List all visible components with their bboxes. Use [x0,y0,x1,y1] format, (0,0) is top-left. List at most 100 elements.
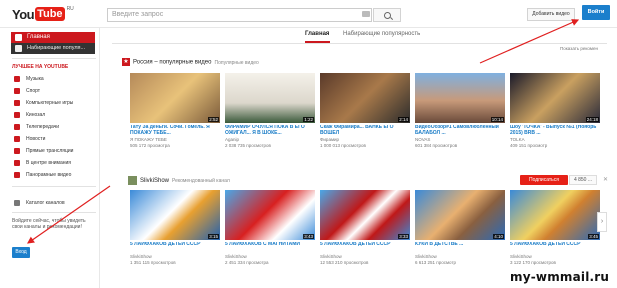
video-thumbnail[interactable]: 2:52 [130,73,220,123]
section-subtitle: Популярные видео [214,59,259,66]
video-title[interactable]: ВидеоОбзор#1 Самовлюблённый БАЛАБОЛ ... [415,125,505,136]
video-duration: 24:18 [585,117,599,122]
video-channel[interactable]: Aganip [225,137,315,142]
fire-icon [15,45,22,52]
video-thumbnail[interactable]: 3:15 [130,190,220,240]
sidebar-item-sport[interactable]: Спорт [14,86,98,96]
subscribe-button[interactable]: Подписаться [520,175,568,185]
video-channel[interactable]: TOLKA [510,137,600,142]
video-views: 601 384 просмотров [415,143,458,148]
show-recommendations-link[interactable]: Показать рекомен [560,46,598,51]
sidebar-item-label: Главная [27,34,50,40]
video-title[interactable]: Тату За деньги. Сочи. Гомель. Я ПОКАЖУ Т… [130,125,220,136]
video-thumbnail[interactable]: 1:22 [225,73,315,123]
video-thumbnail[interactable]: 3:33 [320,190,410,240]
video-thumbnail[interactable]: 3:45 [510,190,600,240]
sidebar-item-catalog[interactable]: Каталог каналов [14,198,98,208]
sidebar-item-live[interactable]: Прямые трансляции [14,146,98,156]
video-duration: 3:15 [208,234,219,239]
video-thumbnail[interactable]: 10:14 [415,73,505,123]
divider [12,186,96,187]
video-channel[interactable]: SlivkiShow [510,254,600,259]
tab-home[interactable]: Главная [305,31,329,37]
video-views: 409 151 просмотр [510,143,548,148]
sidebar-item-games[interactable]: Компьютерные игры [14,98,98,108]
sidebar-item-music[interactable]: Музыка [14,74,98,84]
channel-avatar[interactable] [128,176,137,185]
video-title[interactable]: Скаж Фирамира... ВАНКЕ ЕГО ВОШЕЛ [320,125,410,136]
search-input[interactable]: Введите запрос [107,8,372,22]
search-button[interactable] [373,8,401,22]
star-icon: ★ [122,58,130,66]
keyboard-icon[interactable] [362,11,370,17]
video-thumbnail[interactable]: 24:18 [510,73,600,123]
logo-you: You [12,6,35,22]
tv-icon [14,124,20,130]
video-channel[interactable]: Я ПОКАЖУ ТЕБЕ [130,137,220,142]
video-thumbnail[interactable]: 4:10 [415,190,505,240]
video-title[interactable]: ФИРАМИР ОЧУЛСЯ ПОКА В ЕГО ОЖИГАЛ... Я В … [225,125,315,136]
home-icon [15,34,22,41]
video-duration: 1:22 [303,117,314,122]
close-icon[interactable]: ✕ [603,176,608,183]
sidebar: Главная Набирающие популя... ЛУЧШЕЕ НА Y… [0,28,100,288]
sidebar-item-label: Телепередачи [26,124,60,130]
sidebar-item-home[interactable]: Главная [11,32,95,43]
section-subtitle: Рекомендованный канал [172,178,230,185]
video-views: 505 172 просмотра [130,143,170,148]
video-views: 1 351 115 просмотров [130,260,176,265]
video-duration: 2:52 [208,117,219,122]
video-views: 6 613 251 просмотр [415,260,457,265]
sidebar-item-spotlight[interactable]: В центре внимания [14,158,98,168]
sidebar-item-news[interactable]: Новости [14,134,98,144]
video-channel[interactable]: SlivkiShow [320,254,410,259]
video-views: 2 451 334 просмотра [225,260,269,265]
video-title[interactable]: 5 ЛАЙФХАКОВ С МАГНИТАМИ [225,242,315,248]
sidebar-item-label: Панорамные видео [26,172,72,178]
watermark: my-wmmail.ru [510,270,610,284]
video-channel[interactable]: SlivkiShow [225,254,315,259]
film-icon [14,112,20,118]
sidebar-item-label: Компьютерные игры [26,100,74,106]
sidebar-item-trending[interactable]: Набирающие популя... [11,43,95,54]
tab-trending[interactable]: Набирающие популярность [343,31,420,37]
sport-icon [14,88,20,94]
gamepad-icon [14,100,20,106]
section-title[interactable]: Россия – популярные видео [133,60,211,66]
video-thumbnail[interactable]: 3:43 [225,190,315,240]
video-channel[interactable]: NOVAS [415,137,505,142]
section-title[interactable]: SlivkiShow [140,178,169,184]
chevron-right-icon[interactable]: › [597,212,607,232]
video-title[interactable]: Шоу 'ТОЧКА' - Выпуск №1 (Ноябрь 2015) BR… [510,125,600,136]
video-duration: 4:10 [493,234,504,239]
sidebar-item-tv[interactable]: Телепередачи [14,122,98,132]
login-button[interactable]: Войти [582,5,610,20]
divider [12,58,96,59]
sidebar-heading: ЛУЧШЕЕ НА YOUTUBE [12,64,69,70]
video-channel[interactable]: Фирамир [320,137,410,142]
video-views: 3 122 170 просмотров [510,260,556,265]
logo-tube: Tube [35,7,65,21]
video-title[interactable]: 5 ЛАЙФХАКОВ ДЕТЕЙ СССР [510,242,600,248]
sidebar-item-label: Кинозал [26,112,46,118]
video-title[interactable]: КУКИ В ДЕТСТВЕ ... [415,242,505,248]
video-thumbnail[interactable]: 2:14 [320,73,410,123]
video-channel[interactable]: SlivkiShow [415,254,505,259]
video-title[interactable]: 5 ЛАЙФХАКОВ ДЕТЕЙ СССР [130,242,220,248]
video-views: 1 000 013 просмотров [320,143,366,148]
sidebar-item-label: Прямые трансляции [26,148,74,154]
news-icon [14,136,20,142]
signin-button[interactable]: Вход [12,247,30,258]
section-header: ★ Россия – популярные видео Популярные вид… [122,58,259,70]
plus-circle-icon [14,200,20,206]
top-bar: You Tube RU Введите запрос Добавить виде… [0,0,617,28]
video-title[interactable]: 5 ЛАЙФХАКОВ ДЕТЕЙ СССР [320,242,410,248]
add-video-button[interactable]: Добавить видео [527,8,575,21]
youtube-logo[interactable]: You Tube RU [12,6,74,22]
video-duration: 2:14 [398,117,409,122]
sidebar-item-label: Каталог каналов [26,200,65,206]
video-channel[interactable]: SlivkiShow [130,254,220,259]
sidebar-item-360[interactable]: Панорамные видео [14,170,98,180]
sidebar-item-movies[interactable]: Кинозал [14,110,98,120]
logo-region: RU [66,6,74,12]
